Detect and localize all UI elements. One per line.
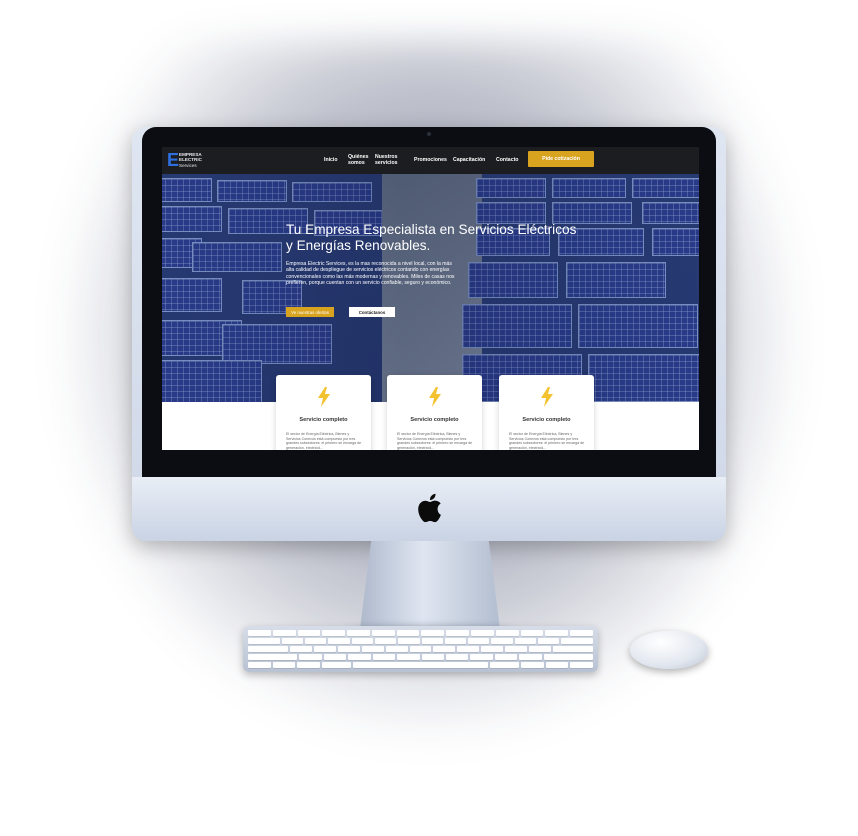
quote-button[interactable]: Pide cotización <box>528 151 594 167</box>
nav-item-inicio[interactable]: Inicio <box>324 157 338 163</box>
contact-button[interactable]: Contáctanos <box>349 307 395 317</box>
keyboard-row <box>248 654 594 660</box>
nav-item-capacitacion[interactable]: Capacitación <box>453 157 485 163</box>
service-card[interactable]: Servicio completo El sector de Energía E… <box>387 375 482 450</box>
keyboard-row <box>248 646 593 652</box>
nav-item-promociones[interactable]: Promociones <box>414 157 447 163</box>
hero-overlay <box>162 174 699 402</box>
card-text: El sector de Energía Eléctrica, Bienes y… <box>509 432 585 450</box>
hero-section <box>162 174 699 402</box>
keyboard-row <box>248 638 593 644</box>
mouse <box>630 631 708 669</box>
lightning-icon <box>429 387 441 407</box>
nav-item-quienes-somos[interactable]: Quiénes somos <box>348 154 370 166</box>
card-title: Servicio completo <box>410 417 459 423</box>
keyboard <box>243 626 598 672</box>
keyboard-row <box>248 662 593 668</box>
lightning-icon <box>541 387 553 407</box>
logo-mark[interactable]: E <box>167 151 179 169</box>
top-navbar: E EMPRESA ELECTRIC Services Inicio Quién… <box>162 147 699 174</box>
nav-item-nuestros-servicios[interactable]: Nuestros servicios <box>375 154 401 166</box>
card-title: Servicio completo <box>522 417 571 423</box>
service-card[interactable]: Servicio completo El sector de Energía E… <box>276 375 371 450</box>
logo-text[interactable]: EMPRESA ELECTRIC Services <box>179 152 219 168</box>
nav-item-contacto[interactable]: Contacto <box>496 157 518 163</box>
hero-title: Tu Empresa Especialista en Servicios Elé… <box>286 222 577 253</box>
logo-line-3: Services <box>179 162 197 168</box>
apple-logo-icon <box>418 493 441 523</box>
monitor-stand <box>360 541 500 629</box>
offers-button[interactable]: Ve nuestras ofertas <box>286 307 334 317</box>
camera-icon <box>427 132 431 136</box>
card-title: Servicio completo <box>299 417 348 423</box>
hero-description: Empresa Electric Services, es la mas rec… <box>286 261 455 287</box>
card-text: El sector de Energía Eléctrica, Bienes y… <box>286 432 362 450</box>
card-text: El sector de Energía Eléctrica, Bienes y… <box>397 432 473 450</box>
service-card[interactable]: Servicio completo El sector de Energía E… <box>499 375 594 450</box>
keyboard-row <box>248 630 593 636</box>
website-screen: E EMPRESA ELECTRIC Services Inicio Quién… <box>162 147 699 450</box>
lightning-icon <box>318 387 330 407</box>
